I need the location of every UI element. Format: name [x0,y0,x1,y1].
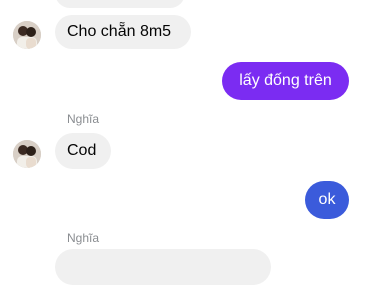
avatar[interactable] [13,21,41,49]
message-text: ok [318,191,336,208]
message-text: Cod [67,142,97,159]
message-text: lấy đống trên [239,72,332,89]
avatar[interactable] [13,140,41,168]
message-bubble-partial[interactable] [55,0,185,8]
message-text: Cho chẵn 8m5 [67,23,172,40]
sender-name: Nghĩa [67,231,100,245]
message-bubble-incoming[interactable]: Cod [55,133,111,169]
message-bubble-outgoing[interactable]: lấy đống trên [222,62,349,100]
sender-name: Nghĩa [67,112,100,126]
message-bubble-incoming[interactable] [55,249,271,285]
message-bubble-incoming[interactable]: Cho chẵn 8m5 [55,15,191,49]
message-bubble-outgoing[interactable]: ok [305,181,349,219]
